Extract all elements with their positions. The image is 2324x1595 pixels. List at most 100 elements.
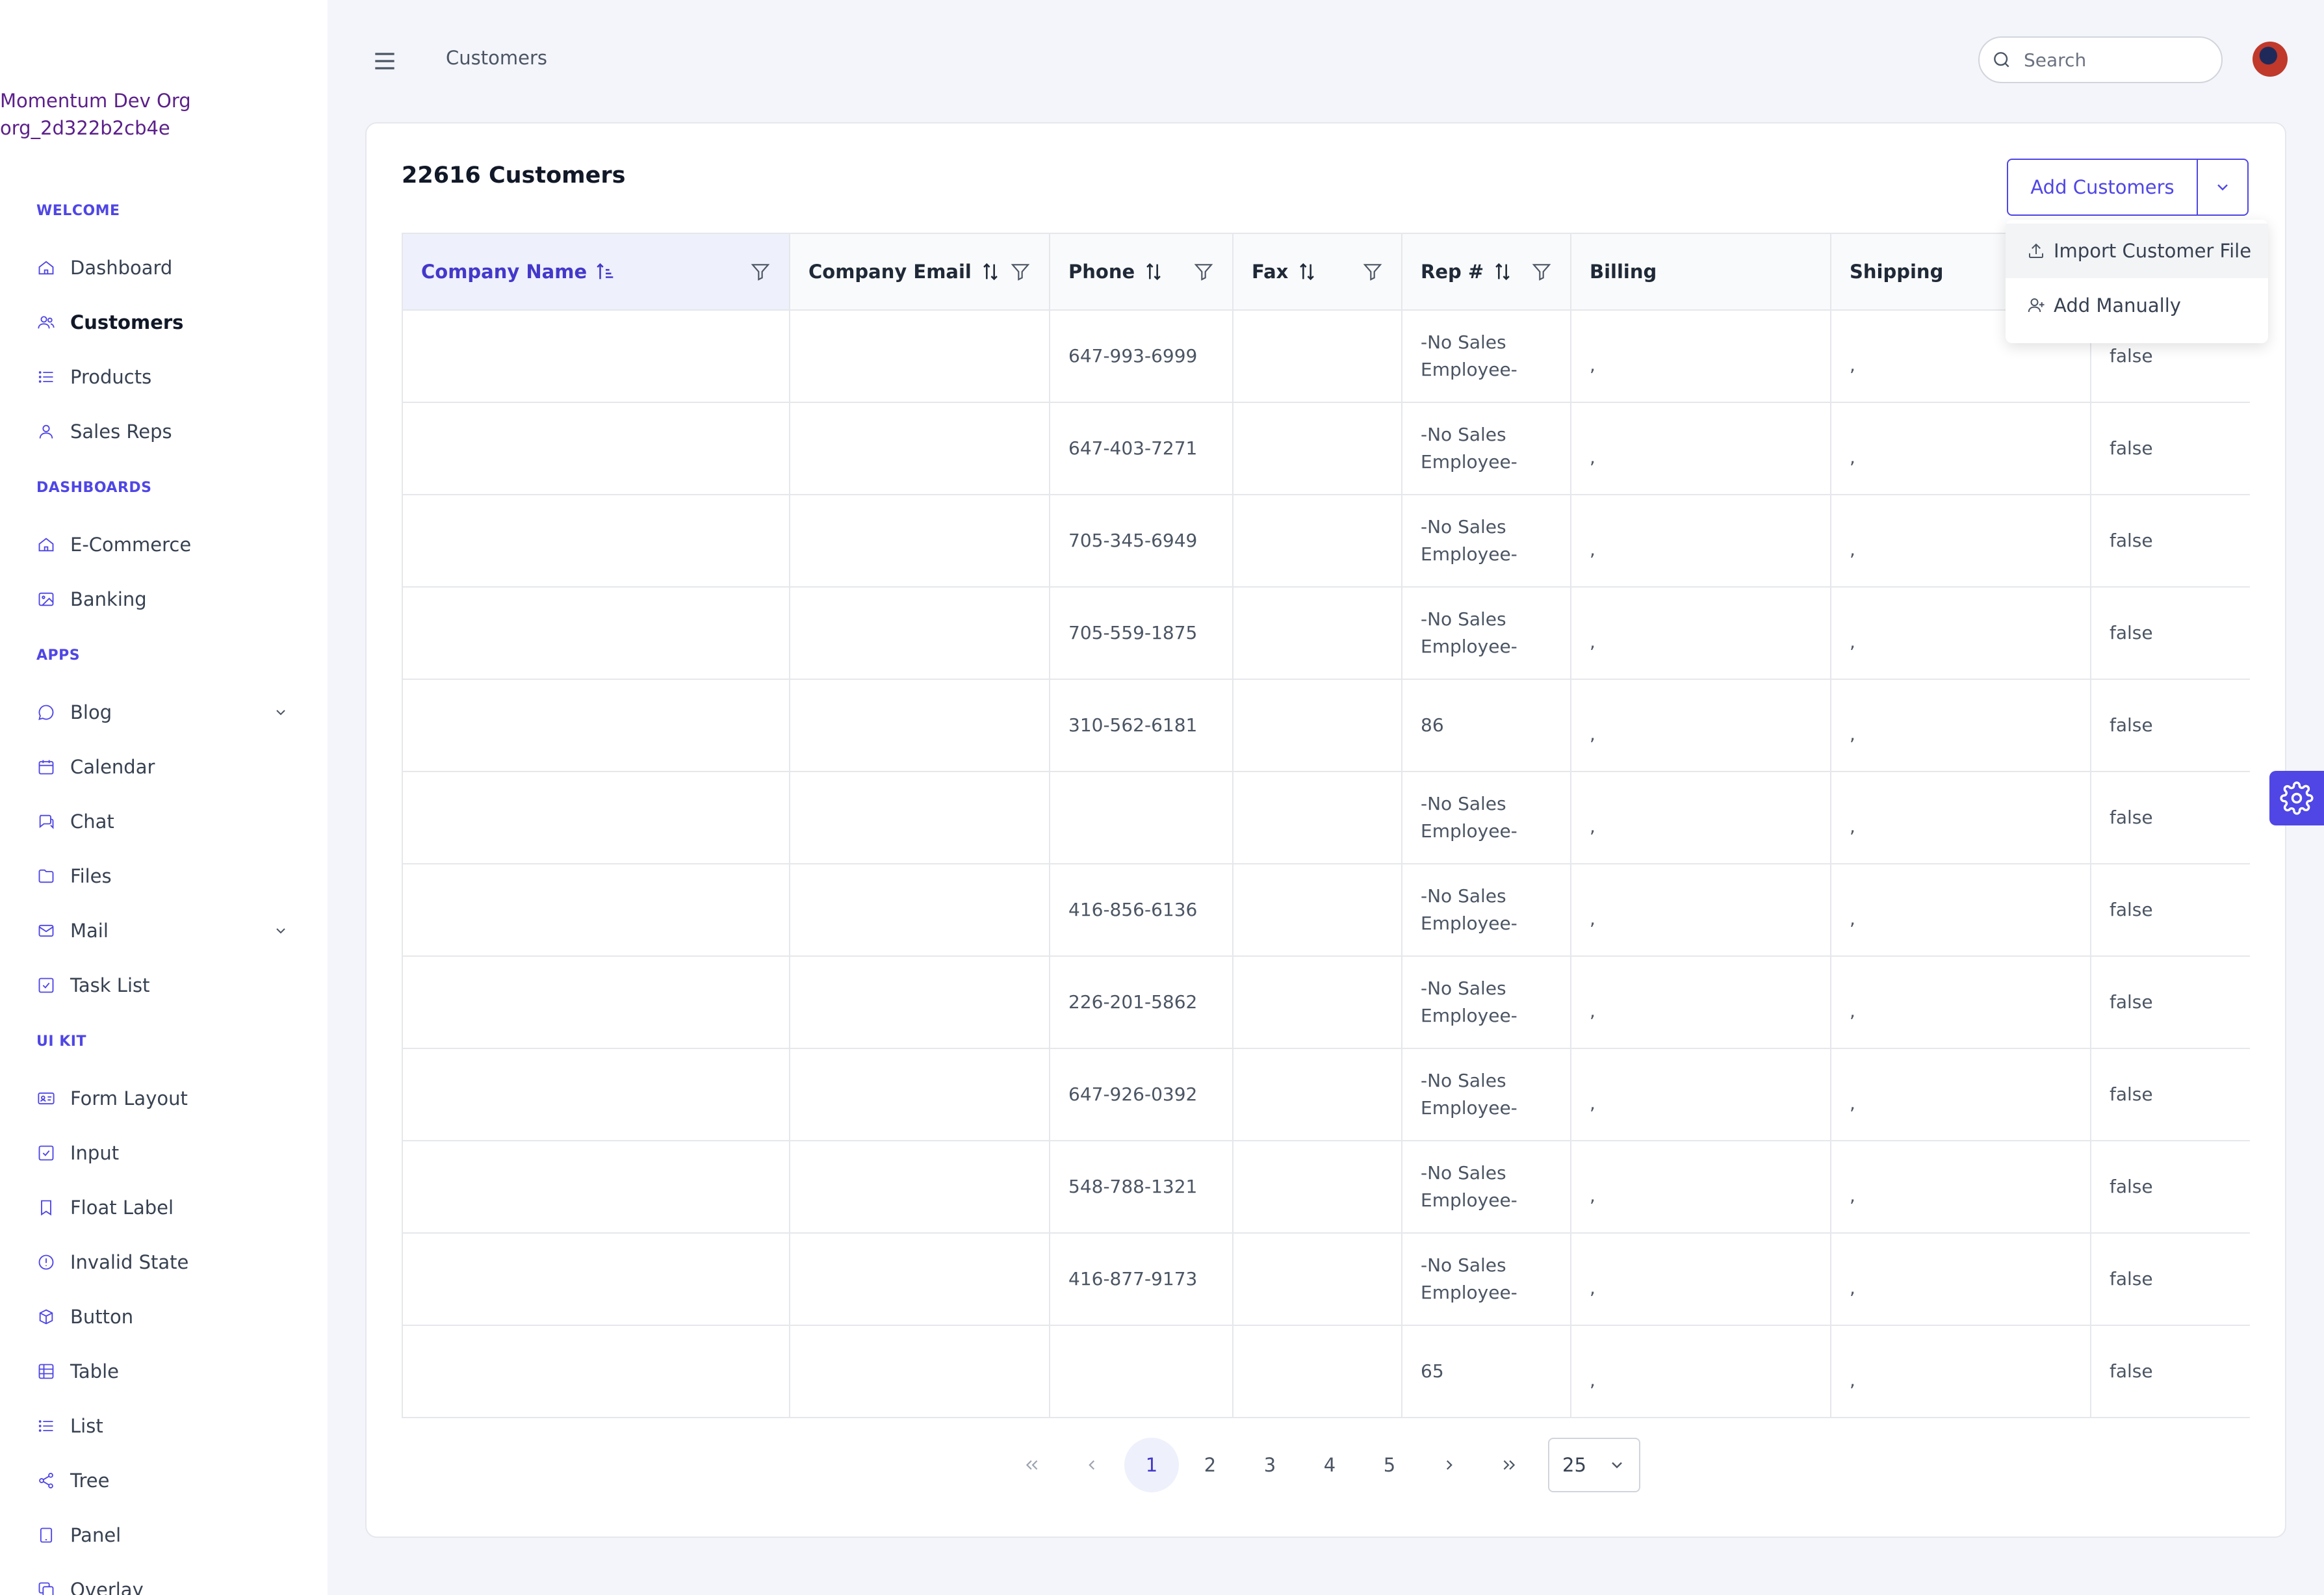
sidebar-item-chat[interactable]: Chat bbox=[36, 802, 296, 841]
column-header-phone[interactable]: Phone bbox=[1049, 233, 1233, 311]
page-button-5[interactable]: 5 bbox=[1362, 1438, 1417, 1492]
sort-icon[interactable] bbox=[1143, 261, 1165, 283]
next-page-button[interactable] bbox=[1422, 1438, 1477, 1492]
chevron-down-icon[interactable] bbox=[273, 923, 289, 939]
sidebar-item-e-commerce[interactable]: E-Commerce bbox=[36, 525, 296, 564]
sidebar-item-input[interactable]: Input bbox=[36, 1134, 296, 1173]
table-row[interactable]: 705-559-1875 -No Sales Employee-,, false bbox=[402, 586, 2250, 680]
add-customers-button[interactable]: Add Customers bbox=[2008, 160, 2198, 214]
table-row[interactable]: 647-403-7271 -No Sales Employee-,, false bbox=[402, 402, 2250, 495]
sidebar-item-overlay[interactable]: Overlay bbox=[36, 1570, 296, 1595]
prev-page-button[interactable] bbox=[1065, 1438, 1119, 1492]
cell-company-name bbox=[402, 309, 790, 403]
first-page-button[interactable] bbox=[1005, 1438, 1059, 1492]
tablet-icon bbox=[36, 1525, 56, 1545]
cell-company-email bbox=[789, 1140, 1050, 1234]
cell-shipping: , bbox=[1830, 955, 2091, 1049]
sidebar-item-invalid-state[interactable]: Invalid State bbox=[36, 1243, 296, 1282]
filter-icon[interactable] bbox=[750, 261, 771, 282]
cell-fax bbox=[1232, 679, 1402, 772]
sidebar-item-float-label[interactable]: Float Label bbox=[36, 1188, 296, 1227]
sidebar-item-products[interactable]: Products bbox=[36, 357, 296, 396]
search-input[interactable] bbox=[2022, 48, 2194, 71]
settings-button[interactable] bbox=[2269, 771, 2324, 825]
sidebar-item-blog[interactable]: Blog bbox=[36, 693, 296, 732]
table-row[interactable]: 65,, false bbox=[402, 1325, 2250, 1418]
cell-billing-value: , bbox=[1590, 539, 1595, 560]
sidebar-item-files[interactable]: Files bbox=[36, 857, 296, 896]
table-row[interactable]: 705-345-6949 -No Sales Employee-,, false bbox=[402, 494, 2250, 588]
cell-rep: -No Sales Employee- bbox=[1401, 309, 1571, 403]
sidebar-item-label: Sales Reps bbox=[70, 421, 172, 443]
sidebar-item-sales-reps[interactable]: Sales Reps bbox=[36, 412, 296, 451]
cell-phone bbox=[1049, 1325, 1233, 1418]
cell-billing: , bbox=[1570, 679, 1831, 772]
filter-icon[interactable] bbox=[1531, 261, 1552, 282]
page-button-4[interactable]: 4 bbox=[1302, 1438, 1357, 1492]
sidebar-item-table[interactable]: Table bbox=[36, 1352, 296, 1391]
table-row[interactable]: 647-926-0392 -No Sales Employee-,, false bbox=[402, 1048, 2250, 1141]
sidebar-item-label: List bbox=[70, 1415, 103, 1437]
search-box[interactable] bbox=[1978, 36, 2223, 83]
menu-item-import-customer-file[interactable]: Import Customer File bbox=[2006, 224, 2268, 278]
table-row[interactable]: 416-877-9173 -No Sales Employee-,, false bbox=[402, 1232, 2250, 1326]
table-row[interactable]: -No Sales Employee-,, false bbox=[402, 771, 2250, 864]
sidebar-item-mail[interactable]: Mail bbox=[36, 911, 296, 950]
sidebar-item-dashboard[interactable]: Dashboard bbox=[36, 248, 296, 287]
sidebar-item-label: Form Layout bbox=[70, 1087, 188, 1109]
cell-company-email bbox=[789, 863, 1050, 957]
sidebar-item-form-layout[interactable]: Form Layout bbox=[36, 1079, 296, 1118]
column-header-company-email[interactable]: Company Email bbox=[789, 233, 1050, 311]
table-row[interactable]: 226-201-5862 -No Sales Employee-,, false bbox=[402, 955, 2250, 1049]
last-page-button[interactable] bbox=[1482, 1438, 1536, 1492]
cell-shipping: , bbox=[1830, 402, 2091, 495]
sidebar-item-customers[interactable]: Customers bbox=[36, 303, 296, 342]
image-icon bbox=[36, 590, 56, 609]
column-header-fax[interactable]: Fax bbox=[1232, 233, 1402, 311]
customers-table: Company Name Company Email Phone Fax Rep bbox=[402, 233, 2250, 1418]
table-row[interactable]: 647-993-6999 -No Sales Employee-,, false bbox=[402, 309, 2250, 403]
page-button-1[interactable]: 1 bbox=[1124, 1438, 1179, 1492]
avatar[interactable] bbox=[2253, 42, 2288, 77]
filter-icon[interactable] bbox=[1193, 261, 1214, 282]
chevron-down-icon[interactable] bbox=[273, 705, 289, 720]
column-header-rep[interactable]: Rep # bbox=[1401, 233, 1571, 311]
topbar-title: Customers bbox=[446, 47, 547, 69]
table-row[interactable]: 548-788-1321 -No Sales Employee-,, false bbox=[402, 1140, 2250, 1234]
cell-billing: , bbox=[1570, 586, 1831, 680]
cell-rep: 86 bbox=[1401, 679, 1571, 772]
table-row[interactable]: 416-856-6136 -No Sales Employee-,, false bbox=[402, 863, 2250, 957]
cell-phone: 416-877-9173 bbox=[1049, 1232, 1233, 1326]
cell-flag-value: false bbox=[2110, 991, 2153, 1013]
sidebar-item-tree[interactable]: Tree bbox=[36, 1461, 296, 1500]
table-row[interactable]: 310-562-6181 86,, false bbox=[402, 679, 2250, 772]
sidebar-item-task-list[interactable]: Task List bbox=[36, 966, 296, 1005]
page-button-3[interactable]: 3 bbox=[1243, 1438, 1297, 1492]
sidebar-item-banking[interactable]: Banking bbox=[36, 580, 296, 619]
sort-icon[interactable] bbox=[1491, 261, 1514, 283]
sort-ascending-icon[interactable] bbox=[595, 261, 617, 283]
cell-fax bbox=[1232, 771, 1402, 864]
cell-billing: , bbox=[1570, 1232, 1831, 1326]
cell-rep: -No Sales Employee- bbox=[1401, 1140, 1571, 1234]
search-icon bbox=[1994, 52, 2009, 68]
exclamation-circle-icon bbox=[36, 1252, 56, 1272]
filter-icon[interactable] bbox=[1010, 261, 1031, 282]
sidebar-item-panel[interactable]: Panel bbox=[36, 1516, 296, 1555]
sidebar-item-list[interactable]: List bbox=[36, 1407, 296, 1446]
hamburger-menu-icon[interactable] bbox=[370, 47, 399, 75]
cell-billing-value: , bbox=[1590, 908, 1595, 929]
cell-company-name bbox=[402, 1325, 790, 1418]
add-customers-dropdown-toggle[interactable] bbox=[2198, 160, 2247, 214]
cell-phone-value: 647-926-0392 bbox=[1068, 1083, 1198, 1105]
menu-item-add-manually[interactable]: Add Manually bbox=[2006, 278, 2268, 333]
sort-icon[interactable] bbox=[979, 261, 1001, 283]
sidebar-item-label: Input bbox=[70, 1142, 120, 1164]
filter-icon[interactable] bbox=[1362, 261, 1383, 282]
column-header-company-name[interactable]: Company Name bbox=[402, 233, 790, 311]
sort-icon[interactable] bbox=[1296, 261, 1318, 283]
sidebar-item-calendar[interactable]: Calendar bbox=[36, 747, 296, 786]
rows-per-page-select[interactable]: 25 bbox=[1548, 1438, 1640, 1492]
page-button-2[interactable]: 2 bbox=[1183, 1438, 1237, 1492]
sidebar-item-button[interactable]: Button bbox=[36, 1297, 296, 1336]
